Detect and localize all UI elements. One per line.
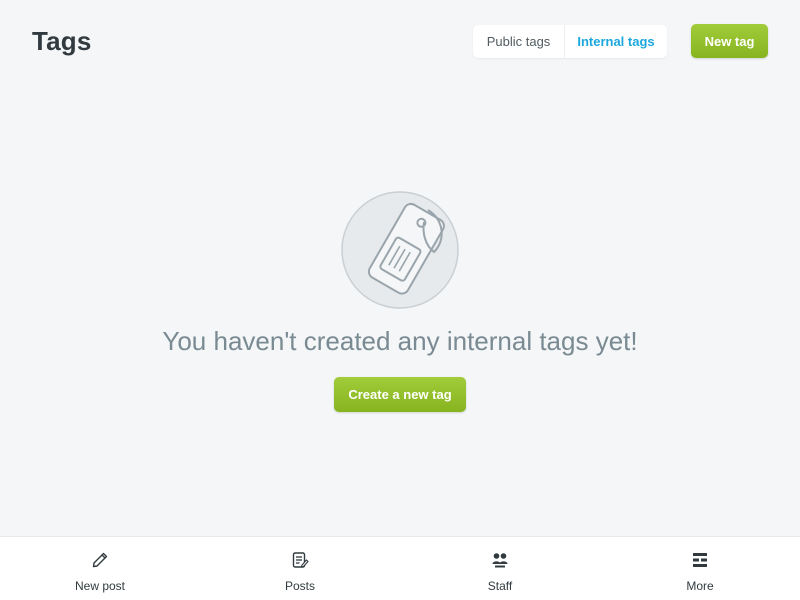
posts-icon: [291, 551, 309, 574]
tab-public-tags[interactable]: Public tags: [473, 25, 565, 58]
nav-item-more[interactable]: More: [600, 537, 800, 600]
nav-label: Staff: [487, 579, 513, 593]
nav-label: Posts: [284, 579, 315, 593]
pencil-icon: [91, 551, 109, 574]
nav-label: More: [686, 579, 714, 593]
tag-type-switch: Public tags Internal tags: [473, 25, 667, 58]
nav-item-posts[interactable]: Posts: [200, 537, 400, 600]
page-title: Tags: [32, 26, 92, 56]
tab-internal-tags[interactable]: Internal tags: [565, 25, 667, 58]
more-icon: [691, 551, 709, 574]
staff-icon: [491, 551, 509, 574]
tag-icon: [340, 190, 460, 310]
nav-item-staff[interactable]: Staff: [400, 537, 600, 600]
empty-state-message: You haven't created any internal tags ye…: [162, 326, 638, 356]
create-new-tag-button[interactable]: Create a new tag: [334, 377, 466, 412]
tags-page: Tags Public tags Internal tags New tag Y…: [0, 0, 800, 600]
nav-label: New post: [74, 579, 126, 593]
nav-item-new-post[interactable]: New post: [0, 537, 200, 600]
new-tag-button[interactable]: New tag: [691, 24, 768, 58]
bottom-nav: New post Posts Staff More: [0, 536, 800, 600]
